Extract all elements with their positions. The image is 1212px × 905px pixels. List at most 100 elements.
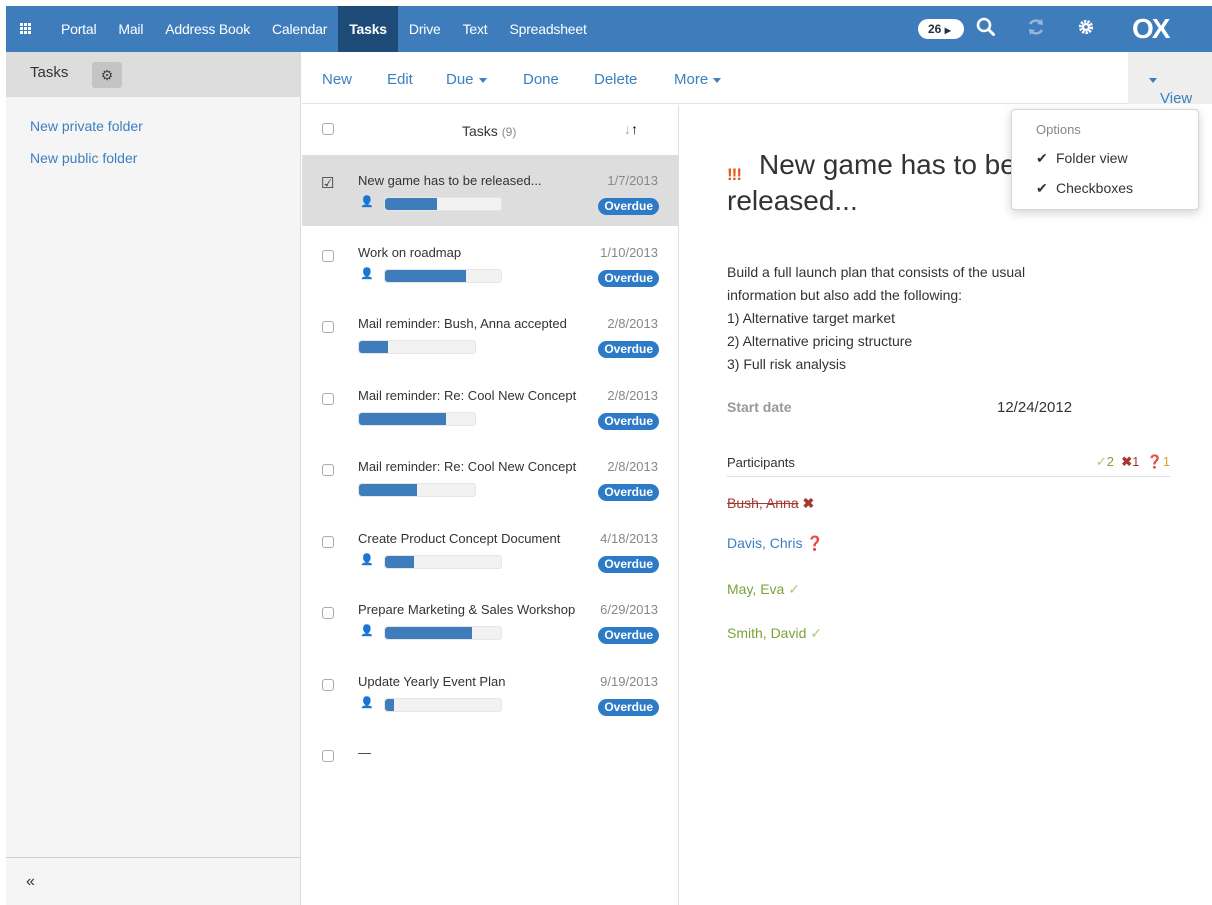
participants-header: Participants ✓2 ✖1 ❓1 — [727, 453, 1170, 477]
task-checkbox[interactable] — [322, 750, 334, 762]
task-title: New game has to be released... — [358, 173, 542, 188]
nav-address-book[interactable]: Address Book — [154, 6, 261, 52]
apps-grid-icon[interactable] — [20, 23, 32, 35]
view-dropdown[interactable]: View — [1128, 52, 1212, 107]
task-title: Work on roadmap — [358, 244, 462, 260]
accepted-check-icon: ✓ — [788, 581, 800, 597]
folder-settings-gear-icon[interactable]: ⚙ — [92, 62, 122, 88]
caret-down-icon — [478, 77, 487, 83]
task-checkbox[interactable] — [322, 249, 334, 262]
checkboxes-option[interactable]: ✔ Checkboxes — [1036, 180, 1133, 197]
notification-badge[interactable]: 26 ▶ — [918, 19, 964, 39]
sort-arrows-icon[interactable]: ↓↑ — [624, 121, 638, 137]
task-checkbox[interactable] — [322, 678, 334, 691]
tentative-question-icon: ❓ — [806, 535, 824, 551]
task-checkbox[interactable] — [322, 464, 334, 476]
task-title: Mail reminder: Re: Cool New Concept — [358, 459, 577, 474]
nav-mail[interactable]: Mail — [107, 6, 154, 52]
play-icon: ▶ — [944, 26, 951, 35]
description-line: information but also add the following: — [727, 287, 963, 303]
declined-x-icon: ✖ — [1121, 454, 1133, 469]
nav-drive[interactable]: Drive — [398, 6, 452, 52]
participant-davis-chris[interactable]: Davis, Chris ❓ — [727, 535, 824, 552]
task-checkbox-checked[interactable]: ☑ — [321, 174, 334, 192]
options-header: Options — [1036, 122, 1081, 137]
accepted-check-icon: ✓ — [1095, 454, 1107, 469]
overdue-badge: Overdue — [598, 412, 659, 430]
progress-fill — [385, 698, 395, 711]
checkmark-icon: ✔ — [1036, 180, 1048, 196]
search-icon[interactable] — [976, 16, 996, 45]
task-due-date: 6/29/2013 — [600, 602, 658, 617]
due-dropdown[interactable]: Due — [446, 71, 487, 88]
participant-status-counts: ✓2 ✖1 ❓1 — [1096, 454, 1170, 470]
select-all-checkbox[interactable] — [322, 123, 334, 135]
option-label: Checkboxes — [1056, 180, 1134, 196]
overdue-badge: Overdue — [598, 698, 659, 716]
task-checkbox[interactable] — [322, 392, 334, 405]
person-icon: 👤 — [360, 696, 374, 709]
task-row[interactable]: Mail reminder: Re: Cool New Concept 2/8/2… — [302, 441, 679, 512]
overdue-badge: Overdue — [598, 341, 659, 358]
nav-tasks[interactable]: Tasks — [338, 6, 398, 52]
participant-smith-david[interactable]: Smith, David ✓ — [727, 625, 822, 642]
task-checkbox[interactable] — [322, 321, 334, 333]
refresh-icon[interactable] — [1026, 16, 1046, 45]
participant-may-eva[interactable]: May, Eva ✓ — [727, 581, 800, 598]
task-due-date: 9/19/2013 — [600, 673, 658, 689]
task-row[interactable]: Mail reminder: Bush, Anna accepted 2/8/20… — [302, 298, 679, 369]
participant-bush-anna[interactable]: Bush, Anna ✖ — [727, 495, 814, 512]
description-line: Build a full launch plan that consists o… — [727, 264, 1026, 280]
edit-button[interactable]: Edit — [387, 71, 413, 88]
person-icon: 👤 — [360, 196, 374, 208]
task-row[interactable]: Work on roadmap 1/10/2013 👤 Overdue — [302, 227, 679, 298]
description-line: 2) Alternative pricing structure — [727, 333, 913, 349]
progress-bar — [358, 411, 476, 426]
task-description: Build a full launch plan that consists o… — [727, 261, 1127, 376]
new-public-folder-link[interactable]: New public folder — [30, 150, 137, 166]
task-row[interactable]: ☑ New game has to be released... 1/7/2013 👤… — [302, 155, 679, 226]
task-row[interactable]: Prepare Marketing & Sales Workshop 6/29/2… — [302, 584, 679, 655]
nav-spreadsheet[interactable]: Spreadsheet — [498, 6, 597, 52]
progress-bar — [384, 626, 502, 640]
folder-view-option[interactable]: ✔ Folder view — [1036, 150, 1128, 167]
sidebar-footer: « — [6, 857, 301, 905]
progress-bar — [358, 483, 476, 497]
tentative-count: 1 — [1162, 454, 1170, 469]
gear-icon[interactable] — [1076, 16, 1096, 45]
sidebar-header: Tasks ⚙ — [6, 52, 300, 97]
progress-bar — [384, 268, 502, 283]
nav-portal[interactable]: Portal — [50, 6, 107, 52]
new-private-folder-link[interactable]: New private folder — [30, 118, 143, 134]
delete-button[interactable]: Delete — [594, 71, 637, 88]
task-row[interactable]: — — [302, 727, 679, 798]
new-button[interactable]: New — [322, 71, 352, 88]
accepted-check-icon: ✓ — [810, 625, 822, 641]
task-count: (9) — [501, 125, 517, 139]
task-title: Mail reminder: Re: Cool New Concept — [358, 387, 577, 403]
task-title: Mail reminder: Bush, Anna accepted — [358, 316, 567, 331]
notification-count: 26 — [928, 22, 942, 36]
task-checkbox[interactable] — [322, 607, 334, 619]
progress-fill — [385, 555, 414, 568]
task-checkbox[interactable] — [322, 535, 334, 548]
more-dropdown[interactable]: More — [674, 71, 722, 88]
progress-fill — [359, 484, 417, 496]
task-list-title: Tasks (9) — [462, 123, 516, 139]
task-detail: New game has to be released... !!! Build… — [680, 105, 1212, 905]
description-line: 1) Alternative target market — [727, 310, 896, 326]
declined-x-icon: ✖ — [802, 495, 815, 511]
participant-name: Bush, Anna — [727, 495, 799, 511]
task-row[interactable]: Update Yearly Event Plan 9/19/2013 👤 Overdu… — [302, 656, 679, 727]
nav-calendar[interactable]: Calendar — [261, 6, 338, 52]
overdue-badge: Overdue — [598, 555, 659, 573]
start-date-value: 12/24/2012 — [997, 399, 1073, 416]
task-row[interactable]: Create Product Concept Document 4/18/2013… — [302, 513, 679, 584]
task-row[interactable]: Mail reminder: Re: Cool New Concept 2/8/2… — [302, 370, 679, 441]
task-title: Prepare Marketing & Sales Workshop — [358, 602, 576, 617]
nav-text[interactable]: Text — [452, 6, 499, 52]
collapse-sidebar-icon[interactable]: « — [26, 873, 35, 891]
progress-fill — [359, 341, 388, 353]
caret-down-icon — [713, 77, 722, 83]
done-button[interactable]: Done — [523, 71, 559, 88]
